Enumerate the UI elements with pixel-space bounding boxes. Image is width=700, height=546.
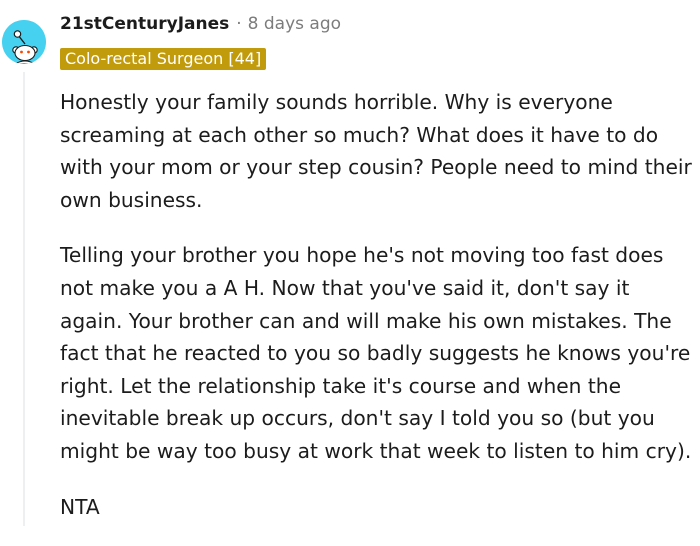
comment-paragraph: Honestly your family sounds horrible. Wh… — [60, 90, 692, 212]
comment-paragraph: NTA — [60, 494, 100, 519]
comment-header: 21stCenturyJanes · 8 days ago — [60, 14, 341, 34]
thread-collapse-line[interactable] — [23, 72, 25, 526]
comment-body: Honestly your family sounds horrible. Wh… — [60, 86, 695, 546]
comment-timestamp[interactable]: 8 days ago — [248, 14, 341, 34]
user-flair: Colo-rectal Surgeon [44] — [60, 48, 267, 70]
username-link[interactable]: 21stCenturyJanes — [60, 14, 229, 34]
comment-paragraph: Telling your brother you hope he's not m… — [60, 243, 692, 463]
snoo-avatar-icon — [2, 20, 46, 64]
meta-separator: · — [236, 14, 242, 34]
avatar[interactable] — [2, 20, 46, 64]
